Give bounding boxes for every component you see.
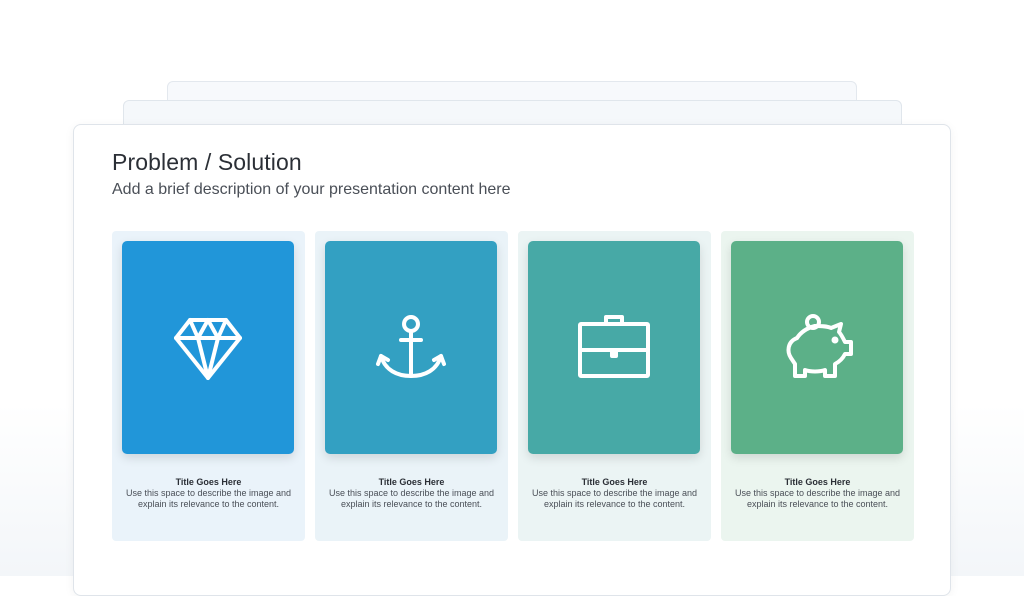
card-description: Use this space to describe the image and… (734, 488, 901, 509)
card-image (325, 241, 497, 454)
card-title: Title Goes Here (378, 477, 445, 487)
slide-subtitle: Add a brief description of your presenta… (112, 181, 511, 198)
card-anchor: Title Goes Here Use this space to descri… (315, 231, 508, 541)
slide-title: Problem / Solution (112, 149, 302, 175)
card-briefcase: Title Goes Here Use this space to descri… (518, 231, 711, 541)
card-title: Title Goes Here (784, 477, 851, 487)
slide-card: Problem / Solution Add a brief descripti… (73, 124, 951, 596)
piggy-bank-icon (786, 313, 853, 378)
card-image (731, 241, 903, 454)
card-image (122, 241, 294, 454)
card-text: Title Goes Here Use this space to descri… (733, 477, 902, 510)
diamond-icon (174, 317, 242, 380)
card-text: Title Goes Here Use this space to descri… (124, 477, 293, 510)
card-title: Title Goes Here (175, 477, 242, 487)
card-diamond: Title Goes Here Use this space to descri… (112, 231, 305, 541)
card-text: Title Goes Here Use this space to descri… (530, 477, 699, 510)
briefcase-icon (578, 314, 650, 378)
card-description: Use this space to describe the image and… (125, 488, 292, 509)
card-piggy-bank: Title Goes Here Use this space to descri… (721, 231, 914, 541)
anchor-icon (376, 314, 446, 378)
card-description: Use this space to describe the image and… (328, 488, 495, 509)
card-title: Title Goes Here (581, 477, 648, 487)
card-image (528, 241, 700, 454)
card-text: Title Goes Here Use this space to descri… (327, 477, 496, 510)
card-description: Use this space to describe the image and… (531, 488, 698, 509)
